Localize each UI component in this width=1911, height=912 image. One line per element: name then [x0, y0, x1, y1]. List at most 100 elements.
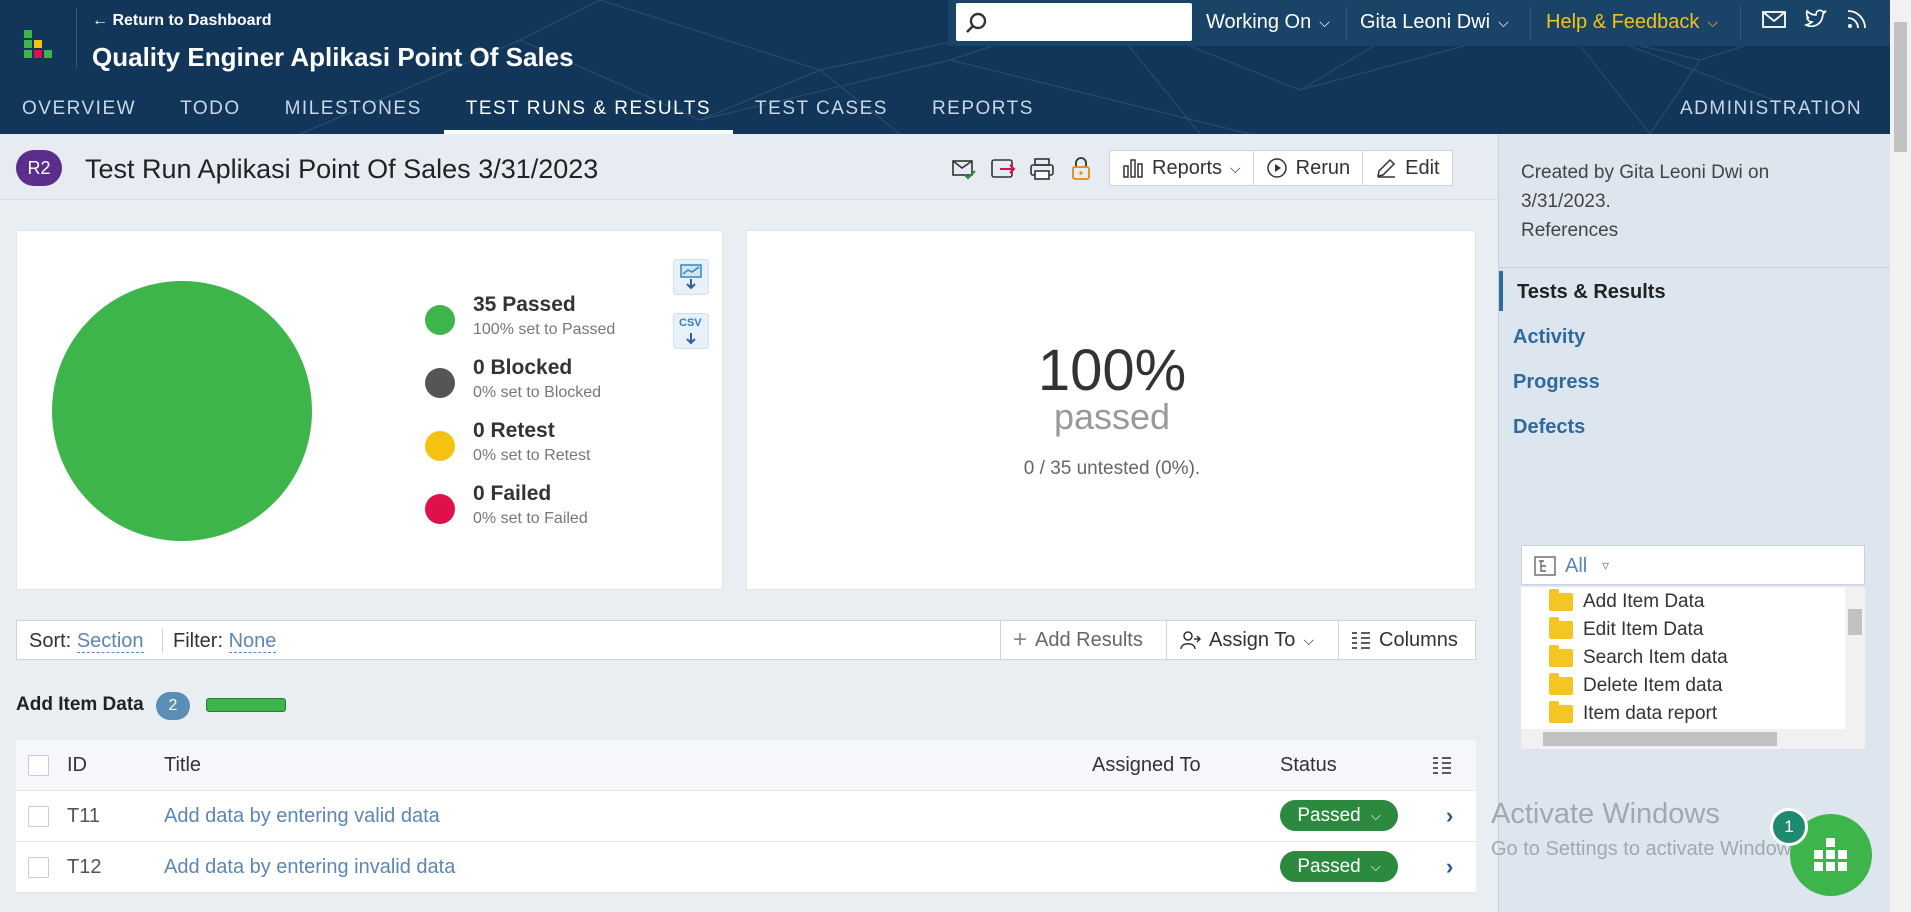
project-title[interactable]: Quality Enginer Aplikasi Point Of Sales [92, 42, 574, 73]
chevron-down-icon: ⌵ [1370, 807, 1381, 823]
test-id: T11 [67, 805, 100, 827]
menu-divider [1530, 6, 1531, 40]
lock-icon[interactable] [1068, 156, 1094, 182]
retest-count: 0 Retest [473, 419, 555, 442]
folder-icon [1549, 617, 1573, 639]
tree-item-add-item-data[interactable]: Add Item Data [1549, 589, 1705, 613]
rss-icon[interactable] [1846, 8, 1868, 30]
reports-button[interactable]: Reports ⌵ [1110, 151, 1254, 185]
chevron-down-icon: ⌵ [1498, 13, 1509, 30]
twitter-icon[interactable] [1804, 8, 1828, 30]
activate-windows-title: Activate Windows [1491, 798, 1720, 830]
assign-to-button[interactable]: Assign To ⌵ [1166, 621, 1326, 659]
print-icon[interactable] [1029, 156, 1055, 182]
run-header: R2 Test Run Aplikasi Point Of Sales 3/31… [0, 134, 1498, 200]
filter-divider [162, 629, 163, 653]
user-menu[interactable]: Gita Leoni Dwi ⌵ [1360, 0, 1509, 44]
sidebar-item-tests-results[interactable]: Tests & Results [1517, 281, 1666, 304]
tab-reports[interactable]: REPORTS [910, 90, 1056, 134]
search-input[interactable] [956, 3, 1192, 41]
chevron-right-icon[interactable]: › [1446, 854, 1453, 880]
filter-value-link[interactable]: None [228, 630, 277, 653]
run-title: Test Run Aplikasi Point Of Sales 3/31/20… [85, 154, 599, 184]
tree-item-search-item-data[interactable]: Search Item data [1549, 645, 1728, 669]
working-on-label: Working On [1206, 10, 1312, 33]
folder-icon [1549, 673, 1573, 695]
status-label: Passed [1297, 855, 1361, 877]
edit-button[interactable]: Edit [1363, 151, 1451, 185]
retest-subtitle: 0% set to Retest [473, 447, 591, 464]
tab-administration[interactable]: ADMINISTRATION [1680, 98, 1862, 120]
column-header-status[interactable]: Status [1280, 754, 1337, 777]
pass-rate-card: 100% passed 0 / 35 untested (0%). [746, 230, 1476, 590]
select-all-checkbox[interactable] [28, 755, 49, 776]
help-feedback-menu[interactable]: Help & Feedback ⌵ [1546, 0, 1718, 44]
download-csv-button[interactable]: CSV [673, 313, 709, 349]
column-header-id[interactable]: ID [67, 754, 87, 777]
passed-subtitle: 100% set to Passed [473, 321, 616, 338]
sort-label: Sort: [29, 630, 72, 652]
rerun-button[interactable]: Rerun [1254, 151, 1364, 185]
folder-icon [1549, 701, 1573, 723]
sidebar-item-progress[interactable]: Progress [1513, 371, 1600, 394]
testrail-logo[interactable] [24, 30, 58, 64]
sidebar-item-defects[interactable]: Defects [1513, 416, 1585, 439]
column-header-title[interactable]: Title [164, 754, 201, 777]
sort-value-link[interactable]: Section [76, 630, 144, 653]
sidebar-item-activity[interactable]: Activity [1513, 326, 1585, 349]
bar-chart-icon [1123, 159, 1143, 178]
folder-icon [1549, 589, 1573, 611]
page-scrollbar[interactable] [1890, 0, 1911, 912]
status-label: Passed [1297, 804, 1361, 826]
chevron-down-icon: ⌵ [1370, 858, 1381, 874]
reports-label: Reports [1152, 156, 1223, 179]
chart-download-icon [680, 264, 702, 290]
tree-list: Add Item Data Edit Item Data Search Item… [1521, 587, 1865, 731]
section-title[interactable]: Add Item Data [16, 694, 144, 716]
add-results-button[interactable]: + Add Results [1000, 621, 1155, 659]
table-row[interactable]: T12 Add data by entering invalid data Pa… [16, 842, 1476, 893]
run-actions: Reports ⌵ Rerun Edit [1109, 150, 1453, 186]
tree-item-label: Add Item Data [1583, 591, 1705, 612]
references-label: References [1521, 220, 1619, 241]
column-header-assigned-to[interactable]: Assigned To [1092, 754, 1201, 777]
table-row[interactable]: T11 Add data by entering valid data Pass… [16, 791, 1476, 842]
tree-item-delete-item-data[interactable]: Delete Item data [1549, 673, 1722, 697]
tree-item-edit-item-data[interactable]: Edit Item Data [1549, 617, 1703, 641]
run-details-sidebar: Created by Gita Leoni Dwi on 3/31/2023. … [1498, 134, 1891, 912]
row-checkbox[interactable] [28, 806, 49, 827]
row-checkbox[interactable] [28, 857, 49, 878]
tree-item-item-data-report[interactable]: Item data report [1549, 701, 1717, 725]
main-tabs: OVERVIEW TODO MILESTONES TEST RUNS & RES… [0, 90, 1056, 134]
test-title-link[interactable]: Add data by entering invalid data [164, 856, 455, 879]
tab-test-cases[interactable]: TEST CASES [733, 90, 910, 134]
search-icon [966, 12, 987, 33]
tree-horizontal-scrollbar[interactable] [1521, 729, 1865, 749]
return-to-dashboard-link[interactable]: ← Return to Dashboard [92, 12, 272, 30]
mail-icon[interactable] [1762, 10, 1786, 30]
status-dropdown[interactable]: Passed ⌵ [1280, 800, 1398, 831]
test-title-link[interactable]: Add data by entering valid data [164, 805, 440, 828]
tab-milestones[interactable]: MILESTONES [263, 90, 444, 134]
tree-vertical-scrollbar[interactable] [1845, 587, 1865, 729]
menu-divider [1346, 6, 1347, 40]
status-dropdown[interactable]: Passed ⌵ [1280, 851, 1398, 882]
run-badge: R2 [16, 150, 62, 186]
pie-slice-passed [52, 281, 312, 541]
chevron-down-icon: ⌵ [1319, 13, 1330, 30]
plus-icon: + [1013, 626, 1028, 653]
tab-overview[interactable]: OVERVIEW [0, 90, 158, 134]
email-check-icon[interactable] [951, 156, 977, 182]
sidebar-divider [1499, 267, 1891, 268]
download-chart-button[interactable] [673, 259, 709, 295]
tab-test-runs-results[interactable]: TEST RUNS & RESULTS [443, 90, 734, 134]
column-settings-icon[interactable] [1432, 756, 1452, 774]
export-icon[interactable] [990, 156, 1016, 182]
columns-button[interactable]: Columns [1338, 621, 1470, 659]
chevron-right-icon[interactable]: › [1446, 803, 1453, 829]
tab-todo[interactable]: TODO [158, 90, 263, 134]
test-id: T12 [67, 856, 102, 878]
tree-filter[interactable]: All ▿ [1521, 545, 1865, 585]
working-on-menu[interactable]: Working On ⌵ [1206, 0, 1330, 44]
activate-windows-hint: Go to Settings to activate Windows. [1491, 838, 1807, 860]
